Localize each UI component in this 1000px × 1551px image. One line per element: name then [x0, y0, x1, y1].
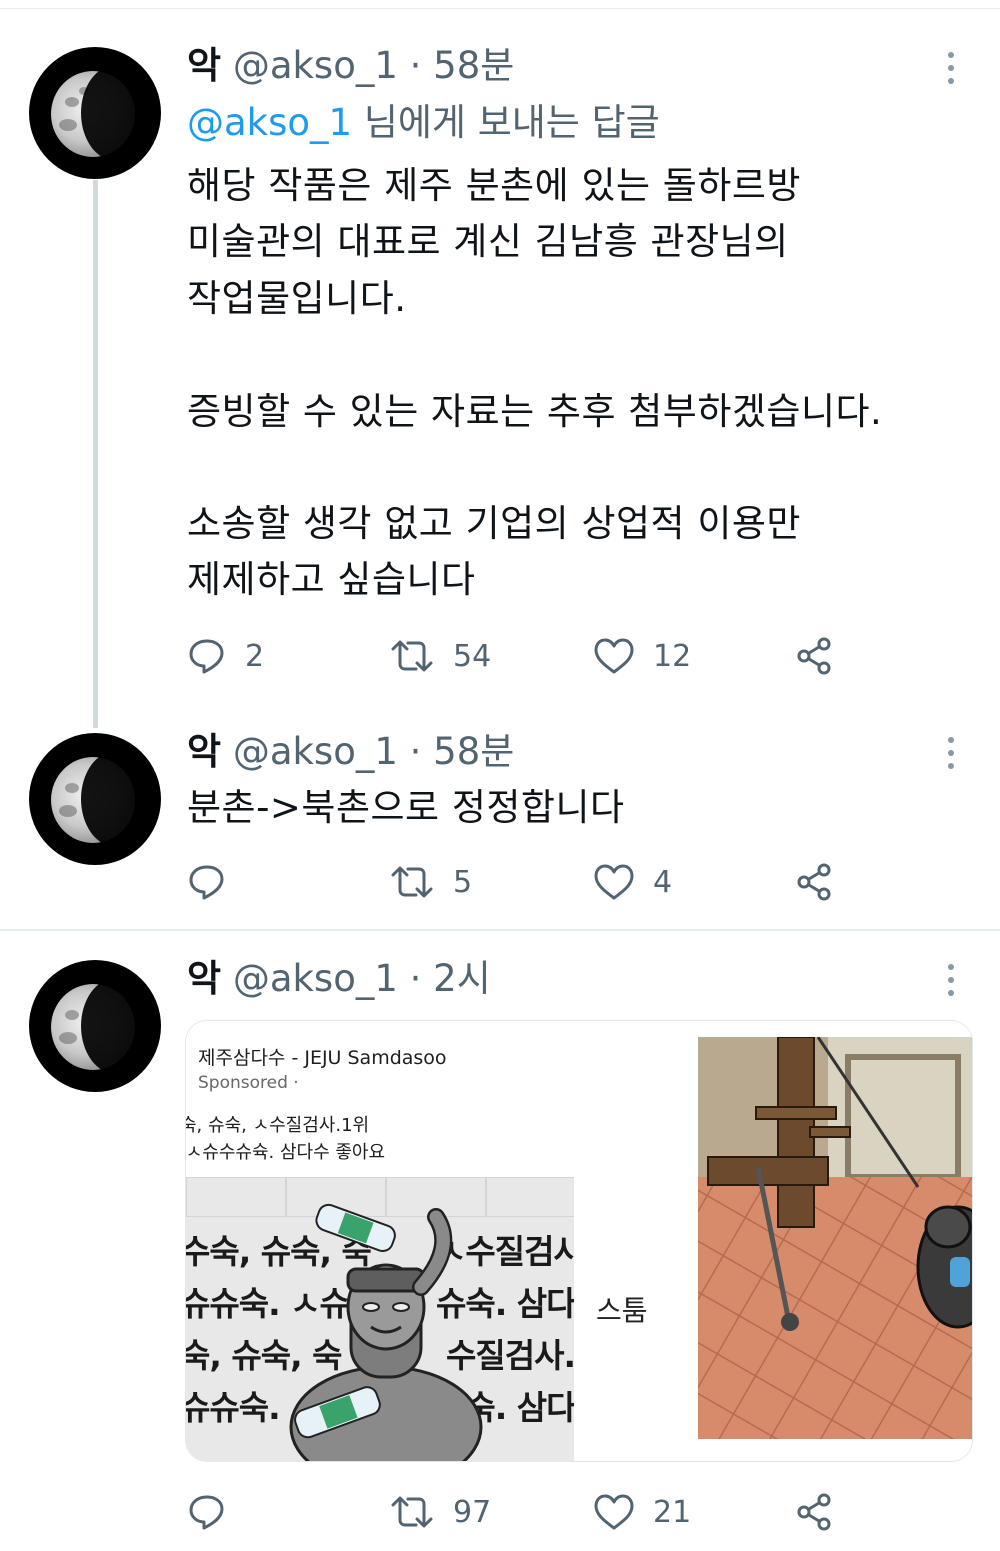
ad-page-name: 제주삼다수 - JEJU Samdasoo: [198, 1047, 447, 1069]
retweet-count: 97: [453, 1494, 492, 1530]
share-button[interactable]: [795, 1490, 835, 1534]
separator: ·: [409, 957, 422, 1000]
media-grid[interactable]: 제주삼다수 - JEJU Samdasoo Sponsored · 숙, 슈숙,…: [185, 1020, 973, 1462]
like-count: 21: [653, 1494, 692, 1530]
retweet-icon: [391, 1496, 433, 1528]
tweet-header: 악 @akso_1 · 2시: [187, 957, 491, 1001]
game-scene: [698, 1037, 972, 1439]
ad-sponsored-label: Sponsored ·: [198, 1073, 299, 1093]
handle[interactable]: @akso_1: [233, 957, 398, 1000]
display-name[interactable]: 악: [187, 957, 221, 1000]
share-icon: [797, 1493, 831, 1531]
media-image-game-screenshot[interactable]: 스툼: [584, 1021, 972, 1461]
game-scene-illustration: [698, 1037, 972, 1439]
media-image-ad-screenshot[interactable]: 제주삼다수 - JEJU Samdasoo Sponsored · 숙, 슈숙,…: [186, 1021, 574, 1461]
tweet-3[interactable]: 악 @akso_1 · 2시 제주삼다수 - JEJU Samdasoo Spo…: [0, 0, 1000, 1551]
timestamp[interactable]: 2시: [433, 957, 491, 1000]
more-icon[interactable]: [944, 964, 958, 996]
ad-image: 수숙, 슈숙, 숙 ㅅ수질검사 슈슈숙. ㅅ슈수 슈숙. 삼다수 숙, 슈숙, …: [186, 1177, 574, 1461]
tweet-actions: 97 21: [187, 1490, 947, 1534]
retweet-button[interactable]: 97: [389, 1490, 491, 1534]
reply-button[interactable]: [187, 1490, 245, 1534]
media-caption: 스툼: [596, 1294, 648, 1327]
ad-caption-line: .ㅅ슈수슈슉. 삼다수 좋아요: [186, 1142, 386, 1163]
avatar[interactable]: [29, 960, 161, 1092]
like-icon: [594, 1494, 634, 1530]
ad-caption-line: 숙, 슈숙, ㅅ수질검사.1위: [186, 1115, 370, 1136]
reply-icon: [189, 1495, 224, 1530]
statue-character-illustration: [289, 1203, 483, 1461]
like-button[interactable]: 21: [593, 1490, 691, 1534]
